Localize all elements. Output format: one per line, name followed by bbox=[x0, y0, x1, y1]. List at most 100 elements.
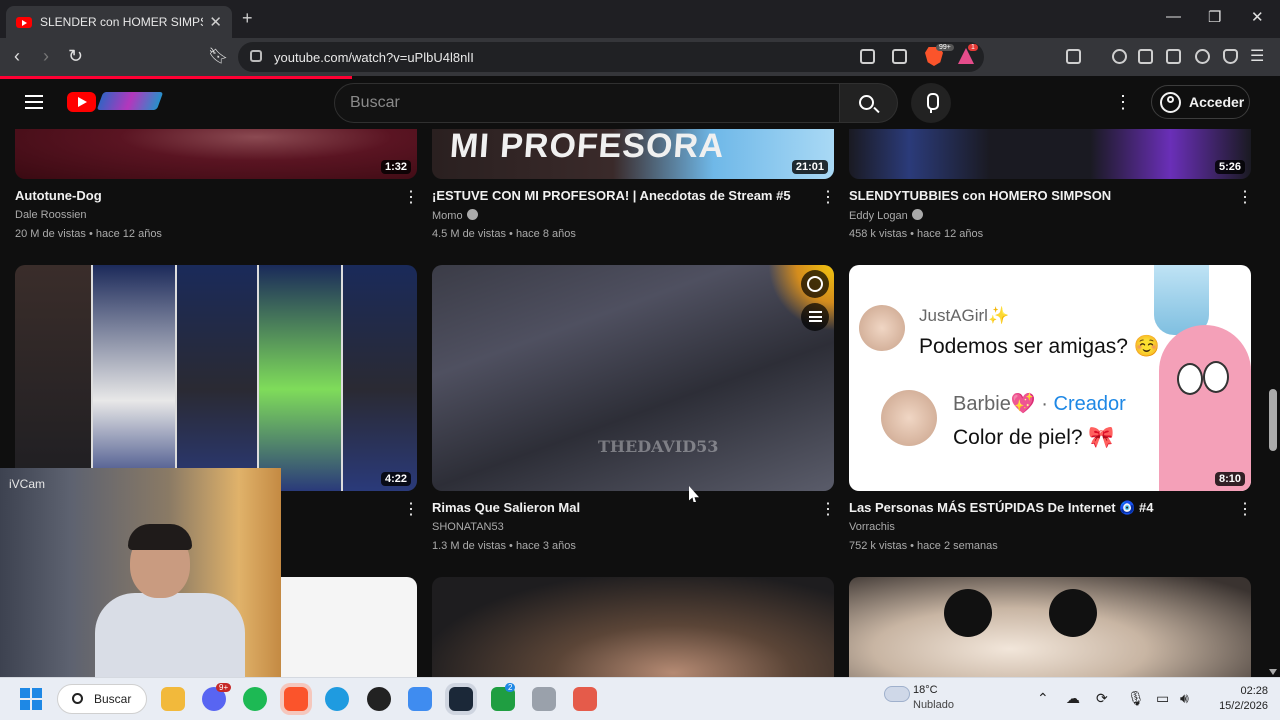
video-menu-icon[interactable]: ⋮ bbox=[820, 190, 836, 206]
reader-mode-icon[interactable] bbox=[1066, 49, 1081, 64]
file-explorer-icon[interactable] bbox=[161, 687, 185, 711]
avatar bbox=[881, 390, 937, 446]
webcam-person bbox=[95, 593, 245, 677]
system-clock[interactable]: 02:28 15/2/2026 bbox=[1219, 684, 1268, 714]
watch-later-button[interactable] bbox=[801, 270, 829, 298]
cloud-icon[interactable] bbox=[884, 686, 910, 702]
page-scrollbar[interactable] bbox=[1266, 129, 1280, 677]
video-thumbnail[interactable] bbox=[849, 577, 1251, 677]
app-icon[interactable] bbox=[573, 687, 597, 711]
discord-badge: 9+ bbox=[216, 683, 232, 692]
close-window-icon[interactable]: ✕ bbox=[1251, 8, 1264, 26]
duration-badge: 5:26 bbox=[1214, 160, 1245, 174]
youtube-logo-icon[interactable] bbox=[67, 92, 96, 112]
maximize-icon[interactable]: ❐ bbox=[1208, 8, 1221, 26]
video-thumbnail[interactable]: 4:22 bbox=[15, 265, 417, 491]
volume-icon[interactable]: 🔊︎ bbox=[1180, 690, 1189, 707]
video-menu-icon[interactable]: ⋮ bbox=[1237, 502, 1253, 518]
forward-icon[interactable]: › bbox=[43, 46, 49, 67]
show-hidden-icons-icon[interactable]: ⌃ bbox=[1037, 690, 1049, 707]
obs-icon[interactable] bbox=[367, 687, 391, 711]
minimize-icon[interactable]: — bbox=[1166, 8, 1181, 25]
channel-name[interactable]: SHONATAN53 bbox=[432, 521, 504, 533]
new-tab-icon[interactable]: + bbox=[242, 8, 253, 29]
chat-username-text: Barbie💖 bbox=[953, 393, 1036, 415]
video-menu-icon[interactable]: ⋮ bbox=[403, 502, 419, 518]
video-thumbnail[interactable]: 1:32 bbox=[15, 129, 417, 179]
duration-badge: 4:22 bbox=[380, 472, 411, 486]
video-menu-icon[interactable]: ⋮ bbox=[1237, 190, 1253, 206]
steam-icon[interactable] bbox=[449, 687, 473, 711]
video-thumbnail[interactable]: MI PROFESORA 21:01 bbox=[432, 129, 834, 179]
leo-ai-icon[interactable] bbox=[1195, 49, 1210, 64]
sign-in-button[interactable]: Acceder bbox=[1151, 85, 1250, 119]
browser-tab[interactable]: SLENDER con HOMER SIMPSON ✕ bbox=[6, 6, 232, 38]
video-thumbnail[interactable]: JustAGirl✨ Podemos ser amigas? ☺️ Barbie… bbox=[849, 265, 1251, 491]
vpn-shield-icon[interactable] bbox=[1223, 49, 1238, 64]
guide-menu-icon[interactable] bbox=[25, 95, 43, 109]
app-icon[interactable] bbox=[408, 687, 432, 711]
video-title[interactable]: Autotune-Dog bbox=[15, 188, 102, 203]
windows-start-icon[interactable] bbox=[20, 688, 42, 710]
channel-label: Eddy Logan bbox=[849, 210, 908, 222]
clock-icon bbox=[807, 276, 823, 292]
settings-menu-icon[interactable]: ⋮ bbox=[1114, 93, 1132, 111]
search-icon bbox=[72, 693, 83, 704]
temperature: 18°C bbox=[913, 684, 938, 696]
edge-icon[interactable] bbox=[325, 687, 349, 711]
video-thumbnail[interactable]: THEDAVID53 bbox=[432, 265, 834, 491]
youtube-doodle-logo[interactable] bbox=[96, 92, 164, 110]
video-menu-icon[interactable]: ⋮ bbox=[403, 190, 419, 206]
webcam-overlay: iVCam bbox=[0, 468, 281, 677]
channel-name[interactable]: Momo bbox=[432, 209, 478, 222]
browser-tab-strip: SLENDER con HOMER SIMPSON ✕ + — ❐ ✕ bbox=[0, 0, 1280, 38]
add-to-queue-button[interactable] bbox=[801, 303, 829, 331]
site-info-icon[interactable] bbox=[250, 50, 262, 62]
sidebar-icon[interactable] bbox=[1138, 49, 1153, 64]
video-meta: 20 M de vistas • hace 12 años bbox=[15, 228, 162, 240]
verified-icon bbox=[911, 209, 923, 220]
reload-icon[interactable]: ↻ bbox=[68, 46, 83, 67]
scroll-down-icon[interactable] bbox=[1269, 669, 1277, 675]
channel-name[interactable]: Vorrachis bbox=[849, 521, 895, 533]
back-icon[interactable]: ‹ bbox=[14, 46, 20, 67]
creator-label: Creador bbox=[1053, 393, 1126, 415]
channel-name[interactable]: Dale Roossien bbox=[15, 209, 87, 221]
spotify-icon[interactable] bbox=[243, 687, 267, 711]
video-thumbnail[interactable]: 5:26 bbox=[849, 129, 1251, 179]
avatar bbox=[859, 305, 905, 351]
cast-icon[interactable] bbox=[860, 49, 875, 64]
video-title[interactable]: ¡ESTUVE CON MI PROFESORA! | Anecdotas de… bbox=[432, 188, 791, 203]
video-title[interactable]: Las Personas MÁS ESTÚPIDAS De Internet 🧿… bbox=[849, 500, 1153, 516]
app-icon[interactable] bbox=[532, 687, 556, 711]
voice-search-button[interactable] bbox=[911, 83, 951, 123]
video-title[interactable]: Rimas Que Salieron Mal bbox=[432, 500, 580, 515]
search-input[interactable]: Buscar bbox=[334, 83, 840, 123]
wallet-icon[interactable] bbox=[1166, 49, 1181, 64]
duration-badge: 1:32 bbox=[380, 160, 411, 174]
search-button[interactable] bbox=[840, 83, 898, 123]
network-off-icon[interactable]: ☁ bbox=[1066, 690, 1080, 707]
microphone-icon[interactable]: 🎙︎ bbox=[1127, 690, 1145, 707]
browser-menu-icon[interactable]: ☰ bbox=[1250, 46, 1264, 66]
share-icon[interactable] bbox=[892, 49, 907, 64]
channel-name[interactable]: Eddy Logan bbox=[849, 209, 923, 222]
thumbnail-panel bbox=[93, 265, 177, 491]
video-title[interactable]: SLENDYTUBBIES con HOMERO SIMPSON bbox=[849, 188, 1111, 203]
sync-icon[interactable]: ⟳ bbox=[1096, 690, 1108, 707]
clock-date: 15/2/2026 bbox=[1219, 700, 1268, 712]
video-menu-icon[interactable]: ⋮ bbox=[820, 502, 836, 518]
video-meta: 752 k vistas • hace 2 semanas bbox=[849, 540, 998, 552]
media-icon[interactable] bbox=[1112, 49, 1127, 64]
brave-browser-icon[interactable] bbox=[284, 687, 308, 711]
queue-icon bbox=[809, 311, 822, 322]
rewards-badge: 1 bbox=[968, 44, 978, 51]
display-icon[interactable]: ▭ bbox=[1156, 690, 1169, 707]
bookmark-icon[interactable]: 🔖︎ bbox=[208, 46, 228, 66]
scrollbar-thumb[interactable] bbox=[1269, 389, 1277, 451]
thumbnail-eye bbox=[944, 589, 992, 637]
taskbar-search[interactable]: Buscar bbox=[57, 684, 147, 714]
close-tab-icon[interactable]: ✕ bbox=[209, 13, 222, 31]
video-thumbnail[interactable] bbox=[432, 577, 834, 677]
verified-icon bbox=[466, 209, 478, 220]
